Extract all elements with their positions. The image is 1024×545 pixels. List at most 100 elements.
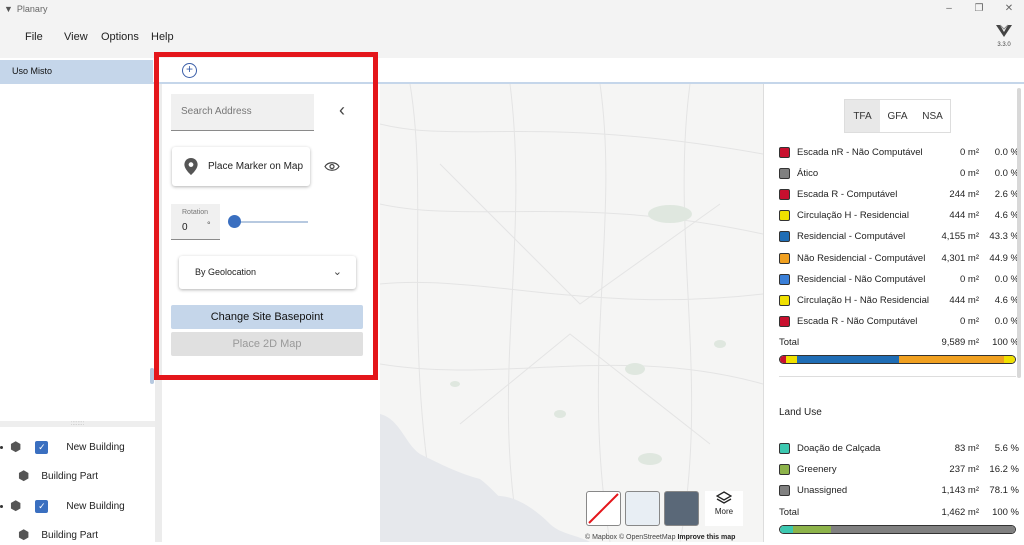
bar-segment <box>786 356 797 363</box>
bar-segment <box>793 526 832 533</box>
color-swatch <box>779 442 790 454</box>
total-area: 1,462 m² <box>941 506 980 518</box>
legend-name: Circulação H - Residencial <box>797 210 909 222</box>
legend-percent: 4.6 % <box>994 294 1019 306</box>
land-use-title: Land Use <box>779 407 822 418</box>
tree-item-label: Building Part <box>41 470 99 482</box>
map-style-none[interactable] <box>586 491 621 526</box>
brand-logo-icon <box>996 24 1012 37</box>
map-style-streets[interactable] <box>625 491 660 526</box>
tree-item-building-part[interactable]: ⬢ Building Part <box>18 466 98 486</box>
legend-percent: 0.0 % <box>994 273 1019 285</box>
tab-nsa[interactable]: NSA <box>915 100 950 132</box>
app-title: Planary <box>16 4 48 14</box>
restore-icon[interactable]: ❐ <box>964 0 994 18</box>
legend-name: Residencial - Computável <box>797 231 906 243</box>
color-swatch <box>779 294 790 306</box>
legend-row: Greenery 237 m² 16.2 % <box>779 460 1019 478</box>
legend-name: Escada nR - Não Computável <box>797 146 923 158</box>
bar-segment <box>796 356 899 363</box>
project-tree-panel: :::::::: ⬢ ✓ New Building ⬢ Building Par… <box>0 86 155 542</box>
more-label: More <box>714 507 734 516</box>
color-swatch <box>779 231 790 243</box>
legend-percent: 5.6 % <box>994 442 1019 454</box>
legend-percent: 0.0 % <box>994 146 1019 158</box>
map-attribution: © Mapbox © OpenStreetMap Improve this ma… <box>585 534 735 541</box>
cube-icon: ⬢ <box>10 498 22 513</box>
legend-area: 244 m² <box>949 188 979 200</box>
tree-item-building-part[interactable]: ⬢ Building Part <box>18 525 98 545</box>
bar-segment <box>831 526 1015 533</box>
improve-map-link[interactable]: Improve this map <box>677 534 735 541</box>
color-swatch <box>779 463 790 475</box>
color-swatch <box>779 316 790 328</box>
color-swatch <box>779 252 790 264</box>
area-type-toggle: TFA GFA NSA <box>844 99 951 133</box>
legend-percent: 43.3 % <box>989 231 1019 243</box>
map-view[interactable] <box>380 84 763 542</box>
tab-uso-misto[interactable]: Uso Misto <box>0 60 153 84</box>
brand-logo: 3.3.0 <box>992 24 1016 48</box>
layers-cube-icon: ⬢ <box>18 468 30 483</box>
panel-resize-handle[interactable]: :::::::: <box>0 421 155 427</box>
legend-name: Não Residencial - Computável <box>797 252 926 264</box>
minimize-icon[interactable]: – <box>934 0 964 18</box>
legend-percent: 0.0 % <box>994 316 1019 328</box>
title-bar: ▼ Planary <box>0 0 1024 18</box>
tree-item-label: New Building <box>66 500 125 512</box>
tree-item-building[interactable]: ⬢ ✓ New Building <box>0 437 125 457</box>
map-style-satellite[interactable] <box>664 491 699 526</box>
layers-icon <box>715 491 733 504</box>
legend-area: 0 m² <box>960 273 979 285</box>
legend-name: Residencial - Não Computável <box>797 273 926 285</box>
close-icon[interactable]: ✕ <box>994 0 1024 18</box>
legend-row: Unassigned 1,143 m² 78.1 % <box>779 481 1019 499</box>
tree-item-building[interactable]: ⬢ ✓ New Building <box>0 496 125 516</box>
layers-cube-icon: ⬢ <box>18 527 30 542</box>
more-layers-button[interactable]: More <box>705 491 743 526</box>
menu-help[interactable]: Help <box>151 31 174 43</box>
tree-item-label: New Building <box>66 441 125 453</box>
tree-item-label: Building Part <box>41 529 99 541</box>
legend-area: 0 m² <box>960 146 979 158</box>
color-swatch <box>779 273 790 285</box>
total-label: Total <box>779 336 800 348</box>
map-tiles <box>380 84 763 542</box>
total-area: 9,589 m² <box>941 336 980 348</box>
visibility-checkbox[interactable]: ✓ <box>35 440 49 454</box>
legend-row: Residencial - Computável 4,155 m² 43.3 % <box>779 228 1019 246</box>
legend-area: 4,301 m² <box>941 252 980 264</box>
bullet-icon <box>0 504 3 508</box>
legend-name: Greenery <box>797 463 837 475</box>
legend-name: Circulação H - Não Residencial <box>797 294 929 306</box>
menu-view[interactable]: View <box>64 31 88 43</box>
visibility-checkbox[interactable]: ✓ <box>35 499 49 513</box>
legend-name: Ático <box>797 167 819 179</box>
legend-percent: 2.6 % <box>994 188 1019 200</box>
legend-percent: 16.2 % <box>989 463 1019 475</box>
menu-file[interactable]: File <box>25 31 43 43</box>
tab-tfa[interactable]: TFA <box>845 100 880 132</box>
legend-row: Escada R - Não Computável 0 m² 0.0 % <box>779 313 1019 331</box>
land-stacked-bar <box>779 525 1016 534</box>
legend-row: Residencial - Não Computável 0 m² 0.0 % <box>779 270 1019 288</box>
menu-options[interactable]: Options <box>101 31 139 43</box>
legend-row: Doação de Calçada 83 m² 5.6 % <box>779 439 1019 457</box>
legend-name: Escada R - Não Computável <box>797 316 918 328</box>
version-label: 3.3.0 <box>997 42 1011 48</box>
bar-segment <box>780 526 794 533</box>
panel-scrollbar[interactable] <box>1017 88 1021 378</box>
legend-row: Escada nR - Não Computável 0 m² 0.0 % <box>779 143 1019 161</box>
legend-percent: 44.9 % <box>989 252 1019 264</box>
tab-gfa[interactable]: GFA <box>880 100 915 132</box>
bar-segment <box>898 356 1005 363</box>
legend-percent: 0.0 % <box>994 167 1019 179</box>
legend-row: Escada R - Computável 244 m² 2.6 % <box>779 185 1019 203</box>
cube-icon: ⬢ <box>10 439 22 454</box>
legend-row: Não Residencial - Computável 4,301 m² 44.9… <box>779 249 1019 267</box>
legend-name: Escada R - Computável <box>797 188 898 200</box>
legend-area: 1,143 m² <box>941 484 980 496</box>
legend-area: 0 m² <box>960 316 979 328</box>
legend-area: 83 m² <box>954 442 979 454</box>
attribution-text: © Mapbox © OpenStreetMap <box>585 534 676 541</box>
